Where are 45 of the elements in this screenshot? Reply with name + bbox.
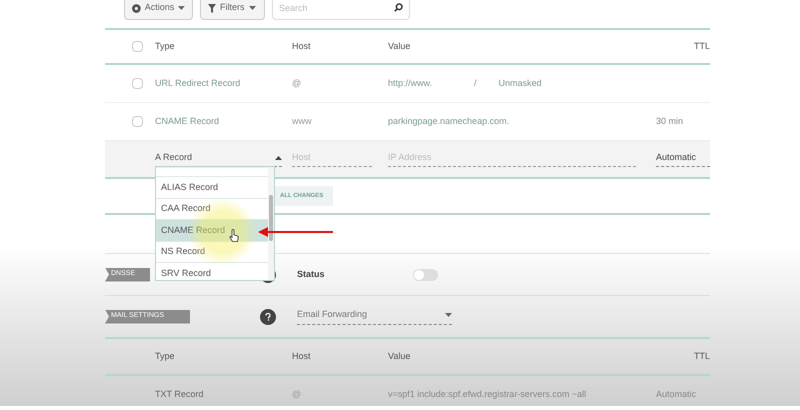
actions-button[interactable]: Actions bbox=[124, 0, 193, 20]
table-cell-text: v=spf1 include:spf.efwd.registrar-servers.com ~all bbox=[388, 388, 588, 402]
status-label: Status bbox=[297, 268, 325, 281]
ttl-select[interactable]: Automatic bbox=[656, 150, 710, 168]
table-cell-text: parkingpage.namecheap.com. bbox=[388, 114, 510, 128]
caret-icon bbox=[178, 6, 185, 10]
table-cell-text: / bbox=[474, 76, 477, 90]
table-cell-text: www bbox=[292, 114, 312, 128]
filter-icon bbox=[208, 4, 216, 12]
help-icon bbox=[260, 308, 276, 324]
table-cell-text: @ bbox=[292, 76, 302, 90]
status-toggle[interactable] bbox=[412, 268, 438, 280]
caret-icon bbox=[248, 6, 256, 10]
host-field[interactable]: Host bbox=[292, 150, 372, 168]
table-cell-text: http://www. bbox=[388, 76, 432, 90]
ip-address-field[interactable]: IP Address bbox=[388, 150, 636, 168]
table-cell-text: TXT Record bbox=[155, 388, 204, 402]
caret-icon bbox=[275, 156, 282, 160]
filters-button[interactable]: Filters bbox=[200, 0, 265, 20]
column-header: Host bbox=[292, 40, 312, 53]
column-header: Type bbox=[155, 350, 176, 363]
table-cell-text: CNAME Record bbox=[155, 114, 220, 128]
search-field[interactable]: Search bbox=[272, 0, 410, 20]
table-cell-text: @ bbox=[292, 388, 302, 402]
table-cell-text: URL Redirect Record bbox=[155, 76, 242, 90]
gear-icon bbox=[132, 4, 141, 12]
table-cell-text: Automatic bbox=[656, 388, 698, 402]
search-icon bbox=[394, 3, 403, 12]
hand-cursor-icon bbox=[229, 229, 239, 242]
arrow-icon bbox=[258, 226, 333, 238]
table-cell-text: 30 min bbox=[656, 114, 684, 128]
column-header: Value bbox=[388, 40, 412, 53]
column-header: TTL bbox=[692, 350, 710, 363]
mail-settings-select[interactable]: Email Forwarding bbox=[297, 308, 452, 325]
menu-item[interactable]: CNAME Record bbox=[156, 219, 268, 240]
scrollbar-thumb[interactable] bbox=[269, 195, 273, 241]
caret-icon bbox=[445, 313, 452, 317]
column-header: TTL bbox=[692, 40, 710, 53]
column-header: Value bbox=[388, 350, 412, 363]
column-header: Host bbox=[292, 350, 312, 363]
column-header: Type bbox=[155, 40, 176, 53]
table-cell-text: Unmasked bbox=[498, 76, 542, 90]
checkbox[interactable] bbox=[132, 78, 143, 89]
checkbox[interactable] bbox=[132, 116, 143, 127]
checkbox[interactable] bbox=[132, 41, 143, 52]
